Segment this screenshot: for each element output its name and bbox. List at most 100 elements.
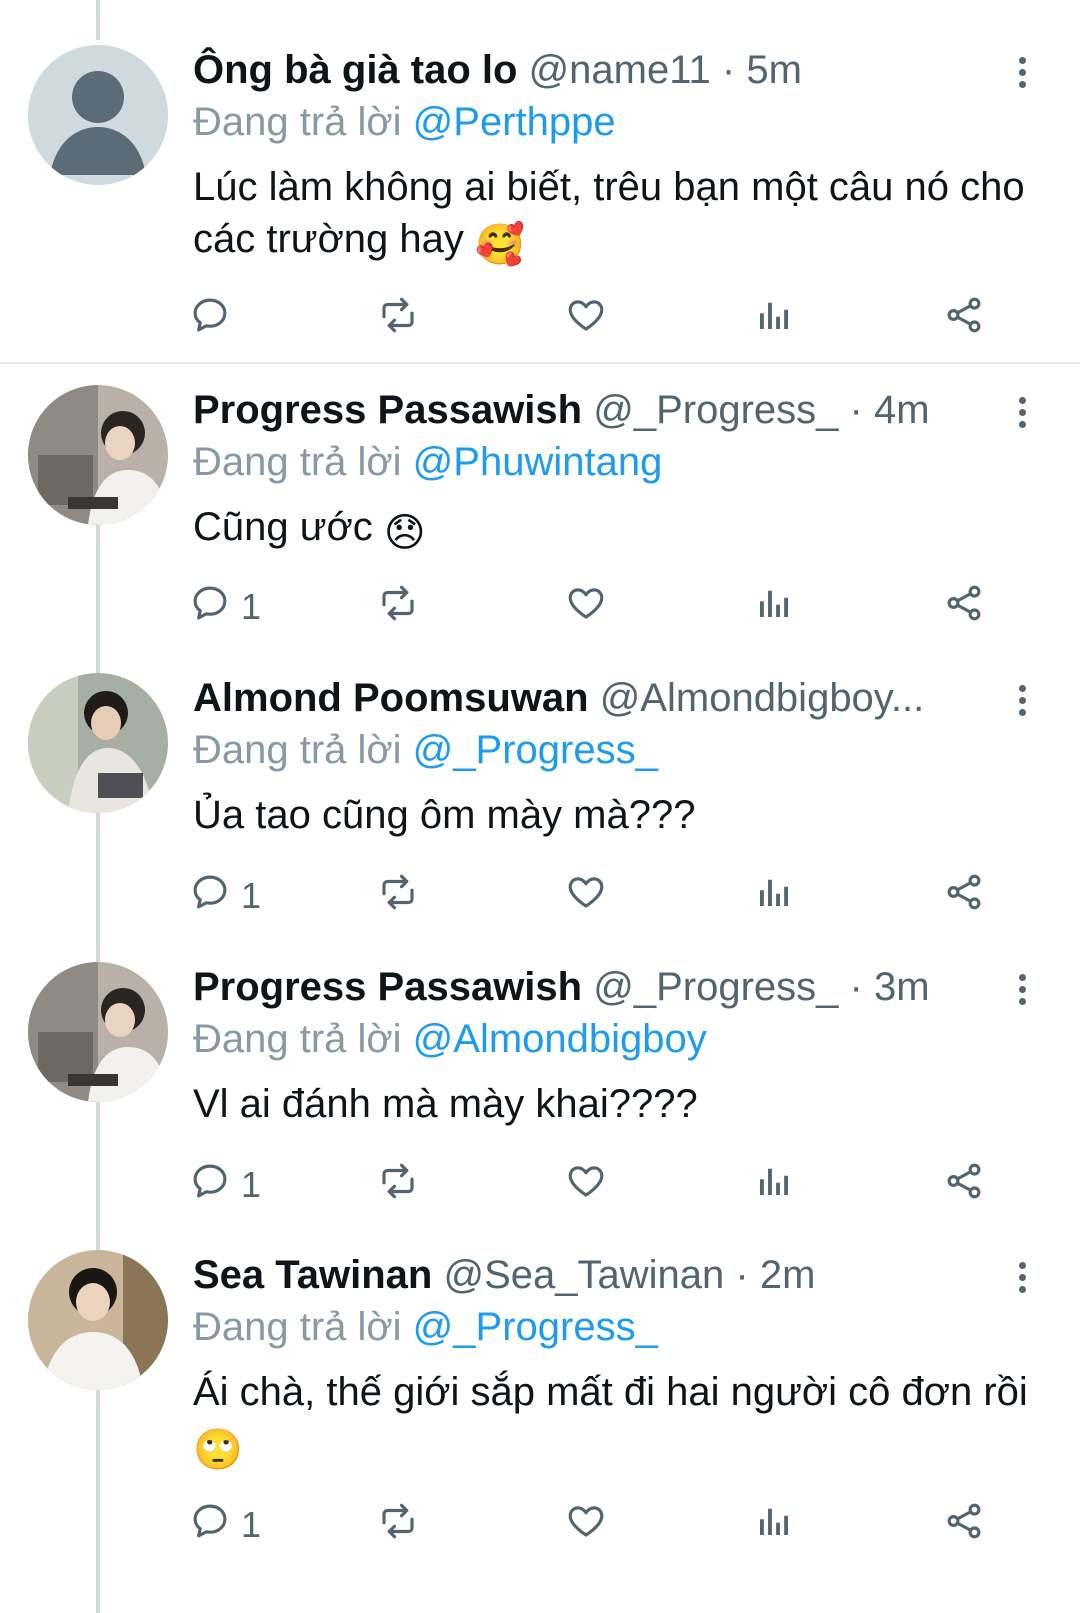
analytics-button[interactable] [753, 584, 795, 630]
heart-icon [565, 871, 607, 922]
avatar[interactable] [28, 1250, 168, 1390]
reply-mention-link[interactable]: @_Progress_ [413, 728, 658, 772]
thread-line [96, 813, 100, 963]
replying-to: Đang trả lời @_Progress_ [193, 725, 1040, 775]
share-button[interactable] [943, 584, 985, 630]
reply-count: 1 [241, 875, 262, 916]
thread-line [96, 1390, 100, 1613]
avatar[interactable] [28, 45, 168, 185]
share-button[interactable] [943, 873, 985, 919]
author-name[interactable]: Ông bà già tao lo [193, 48, 517, 92]
analytics-icon [753, 1160, 795, 1211]
tweet-text-content: Vl ai đánh mà mày khai???? [193, 1082, 698, 1126]
separator-dot: · [721, 48, 736, 92]
tweet-time: 2m [759, 1253, 816, 1297]
retweet-button[interactable] [377, 873, 419, 919]
reply-button[interactable]: 1 [189, 1502, 261, 1548]
tweet-header: Progress Passawish @_Progress_ · 4m [193, 385, 1040, 435]
reply-icon [189, 294, 231, 345]
separator-dot: · [849, 388, 863, 432]
tweet-header: Progress Passawish @_Progress_ · 3m [193, 962, 1040, 1012]
tweet-text-content: Lúc làm không ai biết, trêu bạn một câu … [193, 165, 1025, 261]
analytics-button[interactable] [753, 1502, 795, 1548]
reply-button[interactable]: 1 [189, 1162, 261, 1208]
author-handle[interactable]: @_Progress_ [593, 965, 838, 1009]
heart-icon [565, 582, 607, 633]
like-button[interactable] [565, 296, 607, 342]
tweet-header: Ông bà già tao lo @name11 · 5m [193, 45, 1040, 95]
thread-line [96, 525, 100, 675]
reply-button[interactable] [189, 296, 241, 342]
tweet-content: Progress Passawish @_Progress_ · 4m Đang… [193, 385, 1040, 559]
tweet-header: Sea Tawinan @Sea_Tawinan · 2m [193, 1250, 1040, 1300]
share-icon [943, 871, 985, 922]
reply-icon [189, 1500, 231, 1551]
replying-to: Đang trả lời @_Progress_ [193, 1302, 1040, 1352]
separator-dot: · [735, 1253, 749, 1297]
analytics-icon [753, 1500, 795, 1551]
retweet-icon [377, 871, 419, 922]
avatar[interactable] [28, 673, 168, 813]
author-name[interactable]: Sea Tawinan [193, 1253, 432, 1297]
tweet-content: Almond Poomsuwan @Almondbigboy... Đang t… [193, 673, 1040, 841]
replying-to: Đang trả lời @Almondbigboy [193, 1014, 1040, 1064]
tweet-text: Lúc làm không ai biết, trêu bạn một câu … [193, 161, 1040, 271]
avatar[interactable] [28, 962, 168, 1102]
share-button[interactable] [943, 296, 985, 342]
retweet-button[interactable] [377, 296, 419, 342]
author-handle[interactable]: @name11 [529, 48, 711, 92]
author-handle[interactable]: @Almondbigboy... [600, 676, 924, 720]
replying-prefix: Đang trả lời [193, 728, 402, 772]
author-handle[interactable]: @_Progress_ [593, 388, 838, 432]
tweet[interactable]: Sea Tawinan @Sea_Tawinan · 2m Đang trả l… [0, 1250, 1080, 1473]
reply-button[interactable]: 1 [189, 873, 261, 919]
author-name[interactable]: Progress Passawish [193, 965, 582, 1009]
reply-button[interactable]: 1 [189, 584, 261, 630]
like-button[interactable] [565, 1162, 607, 1208]
tweet-time: 3m [873, 965, 930, 1009]
author-name[interactable]: Progress Passawish [193, 388, 582, 432]
tweet-time: 5m [746, 48, 802, 92]
retweet-button[interactable] [377, 584, 419, 630]
reply-mention-link[interactable]: @Almondbigboy [413, 1017, 707, 1061]
tweet[interactable]: Almond Poomsuwan @Almondbigboy... Đang t… [0, 673, 1080, 837]
retweet-button[interactable] [377, 1162, 419, 1208]
analytics-button[interactable] [753, 1162, 795, 1208]
like-button[interactable] [565, 873, 607, 919]
share-button[interactable] [943, 1162, 985, 1208]
analytics-button[interactable] [753, 296, 795, 342]
tweet-actions: 1 [193, 1162, 1013, 1208]
tweet[interactable]: Progress Passawish @_Progress_ · 4m Đang… [0, 385, 1080, 556]
tweet[interactable]: Ông bà già tao lo @name11 · 5m Đang trả … [0, 45, 1080, 268]
retweet-icon [377, 294, 419, 345]
reply-mention-link[interactable]: @_Progress_ [413, 1305, 658, 1349]
tweet[interactable]: Progress Passawish @_Progress_ · 3m Đang… [0, 962, 1080, 1126]
retweet-button[interactable] [377, 1502, 419, 1548]
emoji: 🙄 [193, 1427, 243, 1473]
author-handle[interactable]: @Sea_Tawinan [443, 1253, 724, 1297]
share-icon [943, 582, 985, 633]
more-vertical-icon[interactable] [1012, 681, 1032, 723]
like-button[interactable] [565, 584, 607, 630]
avatar[interactable] [28, 385, 168, 525]
reply-mention-link[interactable]: @Perthppe [413, 100, 616, 144]
analytics-button[interactable] [753, 873, 795, 919]
tweet-content: Progress Passawish @_Progress_ · 3m Đang… [193, 962, 1040, 1130]
share-button[interactable] [943, 1502, 985, 1548]
tweet-text: Ủa tao cũng ôm mày mà??? [193, 789, 1040, 841]
thread-line [96, 0, 100, 40]
heart-icon [565, 294, 607, 345]
author-name[interactable]: Almond Poomsuwan [193, 676, 589, 720]
reply-icon [189, 871, 231, 922]
share-icon [943, 1500, 985, 1551]
more-vertical-icon[interactable] [1012, 970, 1032, 1012]
reply-mention-link[interactable]: @Phuwintang [413, 440, 663, 484]
more-vertical-icon[interactable] [1012, 53, 1032, 95]
separator-dot: · [849, 965, 863, 1009]
more-vertical-icon[interactable] [1012, 1258, 1032, 1300]
more-vertical-icon[interactable] [1012, 393, 1032, 435]
tweet-content: Sea Tawinan @Sea_Tawinan · 2m Đang trả l… [193, 1250, 1040, 1476]
emoji: 🥰 [475, 222, 525, 268]
like-button[interactable] [565, 1502, 607, 1548]
retweet-icon [377, 582, 419, 633]
